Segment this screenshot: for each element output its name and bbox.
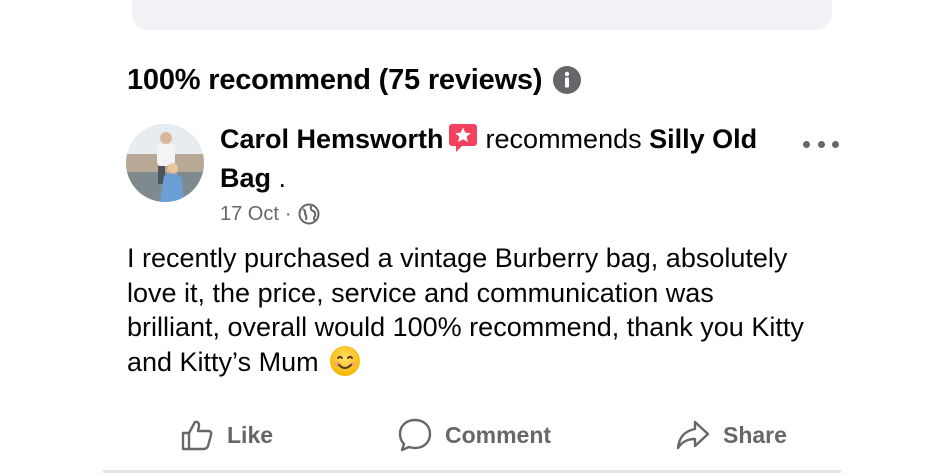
globe-icon [298, 203, 320, 225]
comment-label: Comment [445, 421, 552, 448]
star-badge-icon [448, 123, 478, 153]
comment-button[interactable]: Comment [397, 410, 551, 460]
post-date[interactable]: 17 Oct [220, 203, 279, 226]
review-body: I recently purchased a vintage Burberry … [127, 243, 804, 377]
share-arrow-icon [676, 420, 710, 450]
post-header: Carol Hemsworth recommends Silly Old Bag … [220, 120, 780, 198]
author-name[interactable]: Carol Hemsworth [220, 124, 444, 154]
speech-bubble-icon [398, 418, 432, 452]
trailing-period: . [278, 163, 287, 193]
like-label: Like [227, 421, 274, 448]
recommends-verb: recommends [485, 124, 642, 154]
post-meta: 17 Oct · [220, 198, 320, 230]
more-options-icon[interactable] [803, 138, 839, 150]
recommend-summary: 100% recommend (75 reviews) [127, 60, 582, 100]
share-button[interactable]: Share [675, 410, 787, 460]
review-text: I recently purchased a vintage Burberry … [127, 241, 807, 379]
share-label: Share [723, 421, 787, 448]
thumbs-up-icon [181, 420, 213, 451]
action-bar: Like Comment Share [103, 410, 841, 460]
like-button[interactable]: Like [179, 410, 273, 460]
meta-separator: · [284, 202, 292, 225]
info-icon[interactable] [552, 65, 582, 95]
recommend-heading: 100% recommend (75 reviews) [127, 63, 543, 96]
card-divider [103, 470, 841, 473]
previous-card-edge [132, 0, 832, 30]
smiling-face-emoji [329, 345, 361, 377]
avatar[interactable] [126, 124, 204, 202]
